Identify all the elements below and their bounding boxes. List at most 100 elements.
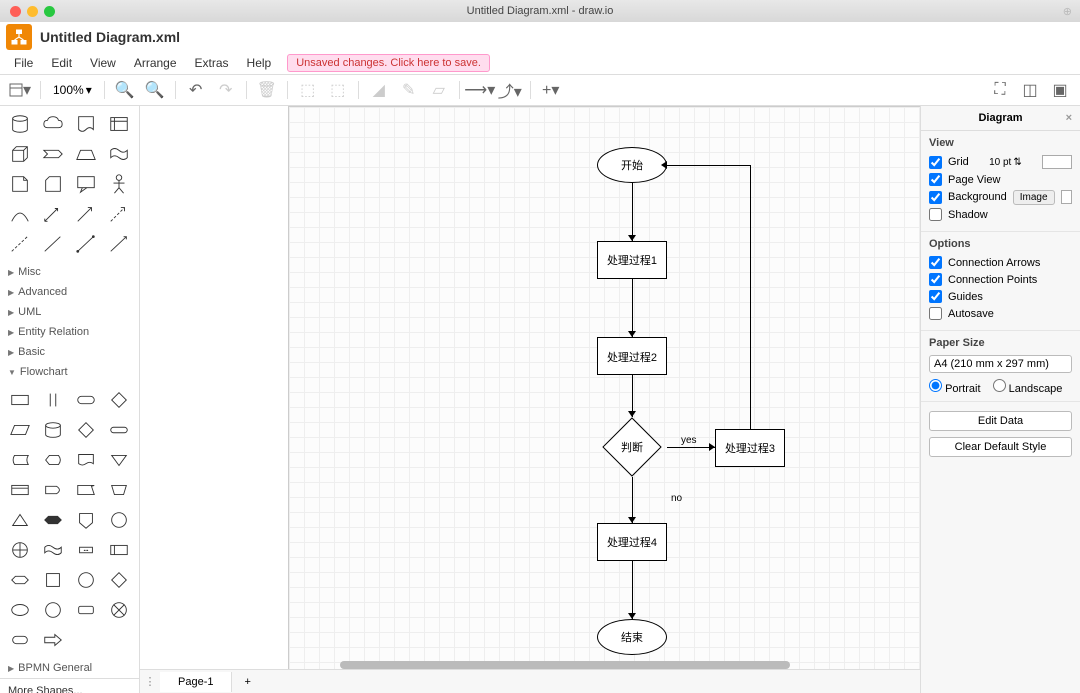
shape-tape[interactable]	[104, 140, 135, 168]
maximize-window-button[interactable]	[44, 6, 55, 17]
node-proc3[interactable]: 处理过程3	[715, 429, 785, 467]
check-grid[interactable]: Grid10 pt⇅	[929, 155, 1072, 169]
shape-callout[interactable]	[71, 170, 102, 198]
check-conn-arrows[interactable]: Connection Arrows	[929, 256, 1072, 269]
node-proc4[interactable]: 处理过程4	[597, 523, 667, 561]
shape-bidir-arrow[interactable]	[37, 200, 68, 228]
fc-document[interactable]	[71, 446, 102, 474]
check-pageview[interactable]: Page View	[929, 173, 1072, 186]
shape-thin-bidir[interactable]	[71, 230, 102, 258]
shape-line[interactable]	[37, 230, 68, 258]
canvas[interactable]: 开始 处理过程1 处理过程2 判断 ye	[140, 106, 920, 669]
shape-thin-arrow[interactable]	[104, 230, 135, 258]
connection-icon[interactable]: ⟶▾	[466, 78, 494, 102]
fc-arrow-shape[interactable]	[37, 626, 68, 654]
clear-default-style-button[interactable]: Clear Default Style	[929, 437, 1072, 457]
page[interactable]: 开始 处理过程1 处理过程2 判断 ye	[288, 106, 920, 669]
shape-document[interactable]	[71, 110, 102, 138]
shape-cube[interactable]	[4, 140, 35, 168]
fc-stored[interactable]	[4, 446, 35, 474]
fc-annotation[interactable]	[104, 536, 135, 564]
line-color-icon[interactable]: ✎	[395, 78, 423, 102]
fc-delay[interactable]	[37, 476, 68, 504]
zoom-out-icon[interactable]: 🔍	[141, 78, 169, 102]
edge-proc3-up[interactable]	[750, 165, 751, 429]
node-decision[interactable]: 判断	[597, 417, 667, 477]
category-misc[interactable]: ▶Misc	[0, 262, 139, 282]
edge-proc3-back[interactable]	[667, 165, 750, 166]
shape-cloud[interactable]	[37, 110, 68, 138]
fc-process[interactable]	[4, 386, 35, 414]
fc-manual-input[interactable]	[104, 476, 135, 504]
menu-arrange[interactable]: Arrange	[126, 54, 185, 72]
check-autosave[interactable]: Autosave	[929, 307, 1072, 320]
redo-icon[interactable]: ↷	[212, 78, 240, 102]
radio-landscape[interactable]: Landscape	[993, 379, 1063, 395]
fc-sort[interactable]	[71, 416, 102, 444]
fc-diamond2[interactable]	[104, 566, 135, 594]
tab-page-1[interactable]: Page-1	[160, 672, 232, 692]
horizontal-scrollbar[interactable]	[340, 661, 790, 669]
fullscreen-icon[interactable]: ⛶	[986, 78, 1014, 102]
fc-or[interactable]	[4, 536, 35, 564]
globe-icon[interactable]: ⊕	[1063, 5, 1072, 18]
category-uml[interactable]: ▶UML	[0, 302, 139, 322]
fc-square[interactable]	[37, 566, 68, 594]
insert-icon[interactable]: +▾	[537, 78, 565, 102]
fc-circle2[interactable]	[71, 566, 102, 594]
grid-color-button[interactable]	[1042, 155, 1072, 169]
fc-rounded[interactable]	[4, 626, 35, 654]
edit-data-button[interactable]: Edit Data	[929, 411, 1072, 431]
fc-data[interactable]	[4, 416, 35, 444]
to-front-icon[interactable]: ⬚	[294, 78, 322, 102]
fill-color-icon[interactable]: ◢	[365, 78, 393, 102]
zoom-in-icon[interactable]: 🔍	[111, 78, 139, 102]
close-panel-icon[interactable]: ×	[1066, 112, 1072, 124]
fc-offpage[interactable]	[71, 506, 102, 534]
check-shadow[interactable]: Shadow	[929, 208, 1072, 221]
fc-connector[interactable]	[104, 506, 135, 534]
minimize-window-button[interactable]	[27, 6, 38, 17]
fc-terminator[interactable]	[104, 416, 135, 444]
fc-loop[interactable]	[37, 506, 68, 534]
menu-file[interactable]: File	[6, 54, 41, 72]
fc-database[interactable]	[37, 416, 68, 444]
delete-icon[interactable]: 🗑	[253, 78, 281, 102]
menu-view[interactable]: View	[82, 54, 124, 72]
grid-size-input[interactable]: 10 pt⇅	[989, 157, 1022, 168]
menu-extras[interactable]: Extras	[187, 54, 237, 72]
shape-curve[interactable]	[4, 200, 35, 228]
add-page-button[interactable]: +	[232, 672, 262, 692]
document-title[interactable]: Untitled Diagram.xml	[40, 29, 180, 45]
view-dropdown[interactable]: ▾	[6, 78, 34, 102]
shape-note[interactable]	[4, 170, 35, 198]
fc-decision[interactable]	[104, 386, 135, 414]
category-bpmn[interactable]: ▶BPMN General	[0, 658, 139, 678]
background-image-button[interactable]: Image	[1013, 190, 1055, 205]
fc-prep[interactable]	[4, 566, 35, 594]
fc-collate[interactable]: •••	[71, 536, 102, 564]
node-proc1[interactable]: 处理过程1	[597, 241, 667, 279]
check-guides[interactable]: Guides	[929, 290, 1072, 303]
fc-display[interactable]	[37, 446, 68, 474]
zoom-level[interactable]: 100% ▾	[47, 83, 98, 97]
edge-yes[interactable]	[667, 447, 715, 448]
shape-dashed-line[interactable]	[4, 230, 35, 258]
category-advanced[interactable]: ▶Advanced	[0, 282, 139, 302]
shape-actor[interactable]	[104, 170, 135, 198]
edge-proc4-end[interactable]	[632, 561, 633, 619]
shape-trapezoid[interactable]	[71, 140, 102, 168]
edge-start-proc1[interactable]	[632, 183, 633, 241]
undo-icon[interactable]: ↶	[182, 78, 210, 102]
fc-subprocess[interactable]	[37, 386, 68, 414]
background-color-button[interactable]	[1061, 190, 1072, 204]
shape-dashed-arrow[interactable]	[104, 200, 135, 228]
fc-sum[interactable]	[104, 596, 135, 624]
fc-extract[interactable]	[4, 506, 35, 534]
paper-size-select[interactable]: A4 (210 mm x 297 mm)	[929, 355, 1072, 373]
shadow-icon[interactable]: ▱	[425, 78, 453, 102]
node-end[interactable]: 结束	[597, 619, 667, 655]
waypoint-icon[interactable]: ⤴▾	[496, 78, 524, 102]
radio-portrait[interactable]: Portrait	[929, 379, 981, 395]
category-basic[interactable]: ▶Basic	[0, 342, 139, 362]
